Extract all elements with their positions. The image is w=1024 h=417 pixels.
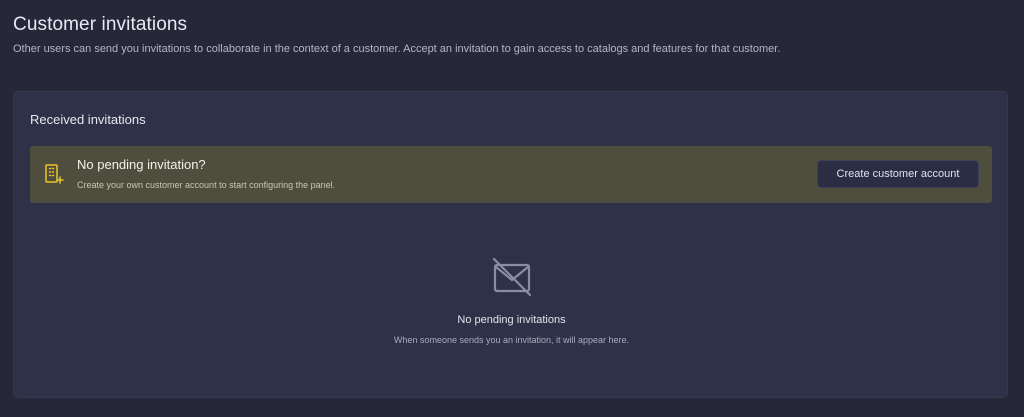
create-customer-account-button[interactable]: Create customer account	[817, 160, 979, 188]
empty-state-title: No pending invitations	[457, 314, 566, 326]
page-title: Customer invitations	[13, 14, 188, 35]
empty-state-subtitle: When someone sends you an invitation, it…	[393, 335, 630, 345]
building-add-icon	[43, 163, 65, 185]
card-title: Received invitations	[30, 112, 146, 127]
no-pending-banner: No pending invitation? Create your own c…	[30, 146, 992, 203]
banner-subtitle: Create your own customer account to star…	[77, 180, 336, 190]
page-description: Other users can send you invitations to …	[13, 43, 781, 55]
received-invitations-card: Received invitations No pending invitati…	[13, 91, 1008, 398]
mail-off-icon	[489, 256, 535, 298]
banner-title: No pending invitation?	[77, 157, 206, 172]
